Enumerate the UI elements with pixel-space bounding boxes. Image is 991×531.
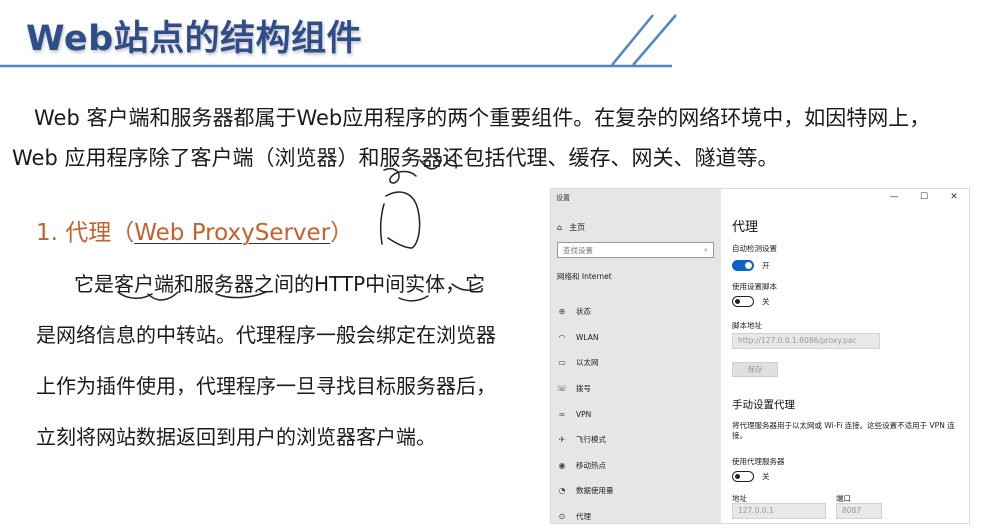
intro-line-2: Web 应用程序除了客户端（浏览器）和服务器还包括代理、缓存、网关、隧道等。: [12, 146, 779, 170]
settings-content: 代理 自动检测设置 开 使用设置脚本 关 脚本地址 http://127.0.0…: [732, 189, 967, 523]
title-underline: [0, 64, 672, 68]
dialup-icon: ☏: [557, 384, 568, 394]
nav-item-vpn[interactable]: ∞ VPN: [557, 401, 717, 427]
home-icon: ⌂: [557, 223, 563, 232]
nav-home[interactable]: ⌂ 主页: [557, 222, 585, 233]
nav-item-label: 拨号: [576, 384, 591, 394]
use-script-toggle[interactable]: [732, 296, 754, 307]
hotspot-icon: ◉: [558, 460, 566, 470]
intro-paragraph: Web 客户端和服务器都属于Web应用程序的两个重要组件。在复杂的网络环境中，如…: [12, 98, 942, 178]
section-number: 1. 代理（: [36, 220, 135, 246]
windows-settings-window: 设置 ⌂ 主页 查找设置 ⌕ 网络和 Internet ⊕ 状态 ◠ WLAN ▭ 以…: [550, 188, 970, 524]
settings-nav-pane: 设置 ⌂ 主页 查找设置 ⌕ 网络和 Internet ⊕ 状态 ◠ WLAN ▭ 以…: [551, 189, 721, 523]
save-button[interactable]: 保存: [732, 362, 778, 377]
desc-line-3: 上作为插件使用，代理程序一旦寻找目标服务器后，: [36, 374, 496, 398]
manual-proxy-note: 将代理服务器用于以太网或 Wi-Fi 连接。这些设置不适用于 VPN 连接。: [732, 421, 955, 440]
nav-item-label: 移动热点: [576, 460, 606, 470]
network-status-icon: ⊕: [558, 307, 566, 317]
search-settings-input[interactable]: 查找设置 ⌕: [557, 242, 714, 258]
search-placeholder: 查找设置: [563, 245, 593, 255]
manual-proxy-title: 手动设置代理: [732, 399, 795, 411]
nav-item-label: 数据使用量: [576, 486, 614, 496]
auto-detect-toggle[interactable]: [732, 260, 754, 271]
auto-detect-state: 开: [762, 261, 770, 270]
nav-item-label: 以太网: [576, 358, 599, 368]
airplane-icon: ✈: [558, 435, 566, 445]
auto-detect-label: 自动检测设置: [732, 244, 777, 253]
wifi-icon: ◠: [558, 332, 566, 342]
nav-item-label: WLAN: [576, 332, 599, 342]
nav-home-label: 主页: [569, 223, 586, 232]
nav-item-label: 飞行模式: [576, 435, 606, 445]
script-address-label: 脚本地址: [732, 321, 762, 330]
port-field[interactable]: 8087: [836, 503, 882, 519]
nav-item-label: 状态: [576, 307, 591, 317]
use-proxy-state: 关: [762, 472, 770, 481]
nav-item-label: VPN: [576, 409, 592, 419]
nav-item-data-usage[interactable]: ◔ 数据使用量: [557, 478, 717, 504]
page-title: 代理: [732, 220, 759, 235]
nav-item-dialup[interactable]: ☏ 拨号: [557, 376, 717, 402]
desc-line-4: 立刻将网站数据返回到用户的浏览器客户端。: [36, 425, 436, 449]
data-usage-icon: ◔: [558, 486, 566, 496]
desc-line-1: 它是客户端和服务器之间的HTTP中间实体，它: [74, 272, 486, 296]
search-icon: ⌕: [703, 245, 708, 254]
proxy-description: 它是客户端和服务器之间的HTTP中间实体，它 是网络信息的中转站。代理程序一般会…: [36, 264, 536, 468]
section-close: ）: [330, 220, 354, 246]
nav-item-status[interactable]: ⊕ 状态: [557, 299, 717, 325]
use-proxy-label: 使用代理服务器: [732, 457, 785, 466]
use-proxy-toggle[interactable]: [732, 471, 754, 482]
section-heading: 1. 代理（Web ProxyServer）: [36, 213, 353, 247]
proxy-icon: ⊙: [558, 512, 566, 522]
desc-line-2: 是网络信息的中转站。代理程序一般会绑定在浏览器: [36, 323, 496, 347]
nav-list: ⊕ 状态 ◠ WLAN ▭ 以太网 ☏ 拨号 ∞ VPN ✈ 飞行模式 ◉ 移动热点 ◔ 数据使…: [557, 299, 717, 523]
use-script-label: 使用设置脚本: [732, 282, 777, 291]
vpn-icon: ∞: [558, 409, 566, 419]
nav-item-airplane[interactable]: ✈ 飞行模式: [557, 427, 717, 453]
nav-item-proxy[interactable]: ⊙ 代理: [557, 504, 717, 523]
script-address-field[interactable]: http://127.0.0.1:8086/proxy.pac: [732, 333, 880, 349]
section-name: Web ProxyServer: [134, 220, 331, 246]
ethernet-icon: ▭: [558, 358, 566, 368]
app-title: 设置: [556, 194, 570, 202]
nav-item-hotspot[interactable]: ◉ 移动热点: [557, 453, 717, 479]
nav-item-ethernet[interactable]: ▭ 以太网: [557, 350, 717, 376]
nav-group-label: 网络和 Internet: [557, 272, 612, 281]
slide-title: Web站点的结构组件: [26, 19, 363, 59]
intro-line-1: Web 客户端和服务器都属于Web应用程序的两个重要组件。在复杂的网络环境中，如…: [34, 106, 931, 130]
nav-item-wlan[interactable]: ◠ WLAN: [557, 325, 717, 351]
use-script-state: 关: [762, 297, 770, 306]
address-field[interactable]: 127.0.0.1: [732, 503, 826, 519]
nav-item-label: 代理: [576, 512, 591, 522]
